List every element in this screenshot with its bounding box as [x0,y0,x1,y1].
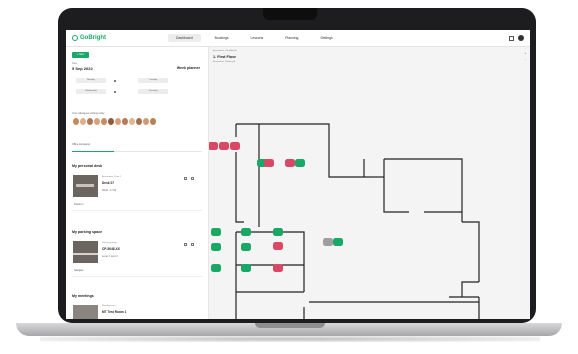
desk-marker-unavailable[interactable] [323,238,333,246]
edit-icon[interactable] [184,177,187,180]
more-icon[interactable] [191,177,194,180]
navigate-link[interactable]: Navigate [74,269,83,272]
edit-icon[interactable] [184,243,187,246]
desk-marker-occupied[interactable] [273,264,283,272]
date-picker[interactable]: 5 Sep 2022 [72,66,93,71]
day-chip-monday[interactable]: Monday [76,78,106,83]
desk-marker-available[interactable] [211,228,221,236]
desk-time: 09:00 - 17:00 [102,189,117,192]
floor-plan[interactable] [209,47,530,319]
divider [72,210,202,211]
day-chip-thursday[interactable]: Thursday [138,89,168,94]
desk-marker-available[interactable] [333,238,343,246]
tab-planning[interactable]: Planning [277,34,306,42]
desk-marker-occupied[interactable] [273,242,283,250]
desk-location: Amsterdam, Floor 1 [102,176,122,178]
gobright-logo-icon [72,35,78,41]
desk-marker-occupied[interactable] [209,142,218,150]
desk-marker-occupied[interactable] [264,159,274,167]
desk-markers [209,142,343,272]
desk-marker-occupied[interactable] [230,142,240,150]
logo-text: GoBright [80,35,106,41]
avatar[interactable] [149,117,157,126]
parking-meta: Level 1, spot 4 [102,255,118,258]
office-occupancy-fill [72,151,114,152]
floor-walls [235,123,480,319]
desk-photo [73,175,98,197]
desk-marker-occupied[interactable] [219,142,229,150]
tab-bookings[interactable]: Bookings [207,34,237,42]
day-chip-wednesday[interactable]: Wednesday [76,89,106,94]
more-icon[interactable] [191,243,194,246]
parking-location: Parking garage [102,242,117,244]
laptop-base-notch [255,323,325,328]
apps-grid-icon[interactable] [509,35,514,41]
user-avatar-icon[interactable] [518,35,524,41]
sidebar: + New Date 5 Sep 2022 Week planner Monda… [66,47,209,319]
personal-desk-heading: My personal desk [72,164,103,168]
new-booking-button[interactable]: + New [72,52,89,58]
desk-marker-available[interactable] [241,228,251,236]
meeting-name[interactable]: MT Test Room 1 [102,310,126,314]
tab-settings[interactable]: Settings [312,34,340,42]
day-chip-tuesday[interactable]: Tuesday [138,78,168,83]
laptop-shadow [40,336,540,342]
desk-marker-available[interactable] [273,228,283,236]
desk-marker-available[interactable] [211,243,221,251]
tab-lessons[interactable]: Lessons [243,34,272,42]
desk-marker-occupied[interactable] [285,159,295,167]
camera-notch [263,8,317,20]
desk-marker-available[interactable] [211,264,221,272]
desk-name[interactable]: Desk 07 [102,181,114,185]
week-planner-link[interactable]: Week planner [177,66,200,70]
top-navigation-bar: GoBright Dashboard Bookings Lessons Plan… [66,30,530,47]
floor-plan-panel: Amsterdam > Building A 1. First Floor Am… [209,47,530,319]
meeting-room-photo [73,305,98,319]
parking-heading: My parking space [72,230,103,234]
parking-name[interactable]: CP-5048-XX [102,247,120,251]
office-occupancy-bar [72,151,202,152]
desk-marker-available[interactable] [295,159,305,167]
office-occupancy-label: Office occupancy [72,143,91,146]
chip-indicator-icon [114,90,116,93]
app-screen: GoBright Dashboard Bookings Lessons Plan… [66,30,530,319]
tab-dashboard[interactable]: Dashboard [168,34,201,42]
date-label: Date [72,62,78,65]
meeting-location: Meeting room [102,305,116,307]
meetings-heading: My meetings [72,294,94,298]
colleagues-label: Your colleagues working today [72,112,105,115]
desk-marker-available[interactable] [241,264,251,272]
app-logo[interactable]: GoBright [72,35,168,41]
desk-marker-available[interactable] [241,243,251,251]
divider [72,276,202,277]
parking-photo [73,241,98,263]
check-in-link[interactable]: Check in [74,203,83,206]
chip-indicator-icon [114,79,116,82]
